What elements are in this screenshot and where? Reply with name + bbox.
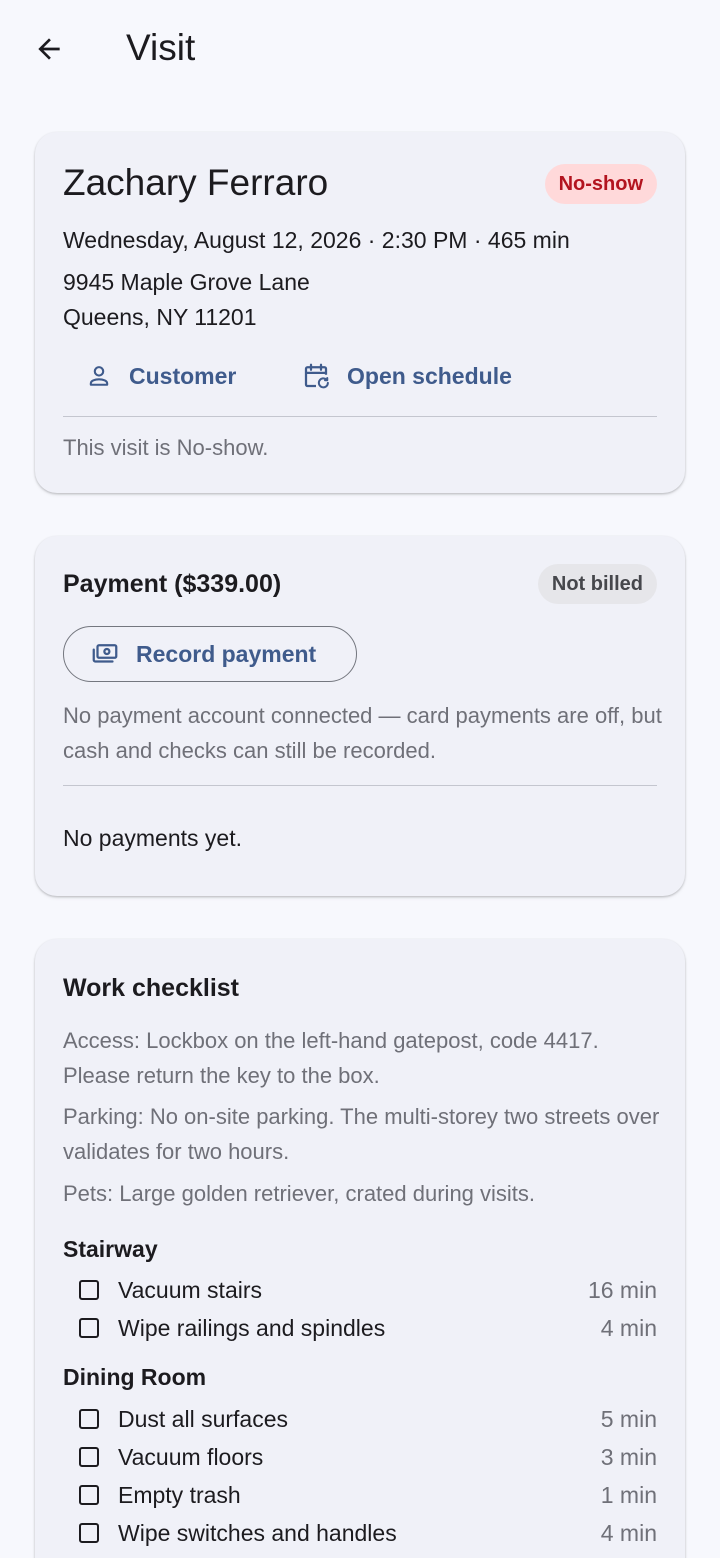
checklist-title: Work checklist (63, 974, 240, 1002)
task-duration: 16 min (587, 1277, 657, 1303)
billing-status-badge: Not billed (537, 564, 657, 604)
work-checklist-card: Work checklist Access: Lockbox on the le… (35, 939, 685, 1558)
cash-icon (92, 644, 118, 663)
checkbox-outline-icon[interactable] (79, 1447, 99, 1467)
task-row[interactable]: Vacuum floors 3 min (79, 1438, 657, 1476)
task-row[interactable]: Wipe railings and spindles 4 min (79, 1309, 657, 1347)
back-button[interactable] (24, 24, 74, 74)
record-payment-label: Record payment (136, 640, 317, 667)
task-duration: 5 min (600, 1406, 657, 1432)
customer-button[interactable]: Customer (85, 351, 236, 401)
payment-account-note: No payment account connected — card paym… (63, 703, 662, 763)
section-title-dining-room: Dining Room (63, 1364, 207, 1390)
task-label: Dust all surfaces (118, 1406, 289, 1432)
address-line-1: 9945 Maple Grove Lane (63, 269, 310, 295)
calendar-refresh-icon (304, 363, 329, 389)
checkbox-outline-icon[interactable] (79, 1485, 99, 1505)
visit-status-note: This visit is No-show. (63, 435, 269, 460)
pets-note: Pets: Large golden retriever, crated dur… (63, 1181, 536, 1206)
status-badge: No-show (544, 164, 657, 204)
customer-button-label: Customer (129, 362, 237, 389)
record-payment-button[interactable]: Record payment (63, 626, 357, 682)
checkbox-outline-icon[interactable] (79, 1409, 99, 1429)
no-payments-text: No payments yet. (63, 825, 242, 851)
task-row[interactable]: Empty trash 1 min (79, 1476, 657, 1514)
payment-card: Payment ($339.00) Not billed Record paym… (35, 536, 685, 896)
task-label: Wipe switches and handles (118, 1520, 397, 1546)
task-row[interactable]: Vacuum stairs 16 min (79, 1271, 657, 1309)
access-note: Access: Lockbox on the left-hand gatepos… (63, 1028, 599, 1088)
divider (63, 785, 657, 786)
open-schedule-button[interactable]: Open schedule (301, 351, 512, 401)
divider (63, 416, 657, 417)
task-label: Wipe railings and spindles (118, 1315, 386, 1341)
open-schedule-label: Open schedule (347, 362, 512, 389)
checkbox-outline-icon[interactable] (79, 1280, 99, 1300)
payment-title: Payment ($339.00) (63, 570, 282, 598)
task-label: Vacuum floors (118, 1444, 264, 1470)
address-line-2: Queens, NY 11201 (63, 304, 257, 330)
checkbox-outline-icon[interactable] (79, 1523, 99, 1543)
task-duration: 4 min (600, 1520, 657, 1546)
visit-card: Zachary Ferraro No-show Wednesday, Augus… (35, 132, 685, 493)
checkbox-outline-icon[interactable] (79, 1318, 99, 1338)
top-app-bar: Visit (0, 0, 720, 100)
task-duration: 1 min (600, 1482, 657, 1508)
task-row[interactable]: Dust all surfaces 5 min (79, 1400, 657, 1438)
task-label: Vacuum stairs (118, 1277, 263, 1303)
section-title-stairway: Stairway (63, 1236, 158, 1262)
task-label: Empty trash (118, 1482, 241, 1508)
arrow-left-icon (38, 38, 60, 60)
page-title: Visit (126, 27, 196, 68)
person-icon (89, 366, 109, 386)
task-row[interactable]: Wipe switches and handles 4 min (79, 1514, 657, 1552)
task-duration: 3 min (600, 1444, 657, 1470)
customer-name: Zachary Ferraro (63, 162, 329, 203)
visit-datetime: Wednesday, August 12, 2026 · 2:30 PM · 4… (63, 227, 570, 253)
task-duration: 4 min (600, 1315, 657, 1341)
parking-note: Parking: No on-site parking. The multi-s… (63, 1104, 660, 1164)
